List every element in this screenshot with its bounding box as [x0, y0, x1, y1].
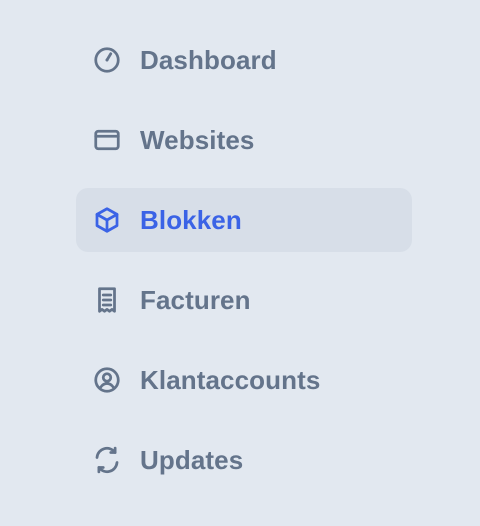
sidebar-item-websites[interactable]: Websites: [76, 108, 412, 172]
sidebar-item-label: Websites: [140, 125, 255, 155]
sidebar-item-dashboard[interactable]: Dashboard: [76, 28, 412, 92]
sidebar-item-label: Dashboard: [140, 45, 277, 75]
sidebar-item-klantaccounts[interactable]: Klantaccounts: [76, 348, 412, 412]
sidebar-item-updates[interactable]: Updates: [76, 428, 412, 492]
sidebar-item-label: Updates: [140, 445, 244, 475]
receipt-icon: [92, 285, 122, 315]
sidebar-item-blokken[interactable]: Blokken: [76, 188, 412, 252]
gauge-icon: [92, 45, 122, 75]
sidebar-item-label: Klantaccounts: [140, 365, 321, 395]
sidebar: Dashboard Websites Blokken Facturen Klan…: [0, 0, 480, 526]
sidebar-item-facturen[interactable]: Facturen: [76, 268, 412, 332]
sidebar-nav: Dashboard Websites Blokken Facturen Klan…: [76, 28, 412, 492]
browser-window-icon: [92, 125, 122, 155]
sidebar-item-label: Facturen: [140, 285, 251, 315]
refresh-icon: [92, 445, 122, 475]
sidebar-item-label: Blokken: [140, 205, 242, 235]
user-circle-icon: [92, 365, 122, 395]
cube-icon: [92, 205, 122, 235]
